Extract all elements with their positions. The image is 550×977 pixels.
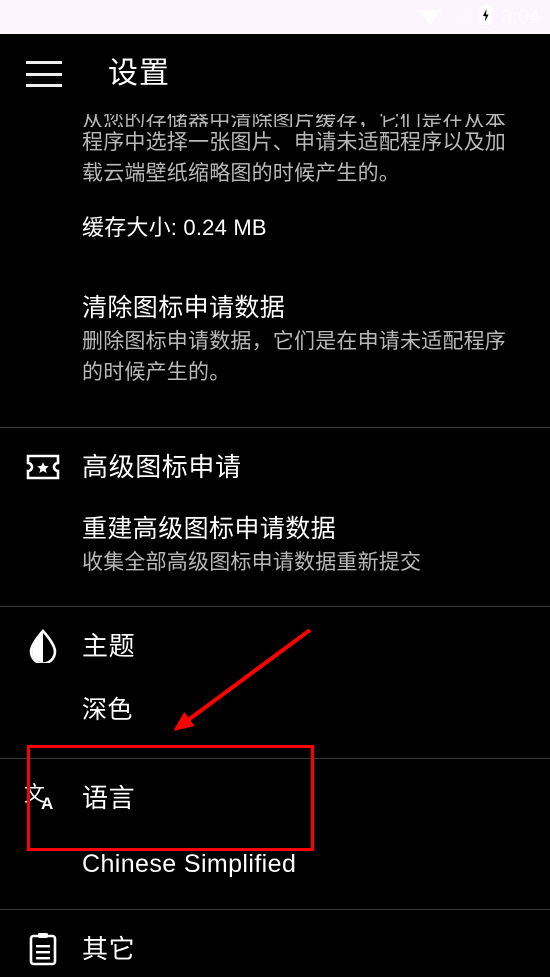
svg-text:A: A bbox=[41, 794, 53, 813]
other-category-label: 其它 bbox=[82, 934, 136, 964]
battery-charging-icon bbox=[479, 3, 493, 31]
premium-request-category-label: 高级图标申请 bbox=[82, 452, 242, 482]
wifi-icon bbox=[417, 5, 443, 30]
clear-icon-request-title: 清除图标申请数据 bbox=[82, 294, 286, 322]
divider bbox=[0, 909, 550, 910]
divider bbox=[0, 427, 550, 428]
hamburger-menu-icon[interactable] bbox=[26, 61, 62, 87]
status-bar-icons: 3:04 bbox=[417, 3, 540, 31]
page-title: 设置 bbox=[108, 57, 170, 90]
theme-category-label: 主题 bbox=[82, 631, 136, 661]
hamburger-line bbox=[26, 72, 62, 76]
premium-request-category: 高级图标申请 bbox=[0, 446, 550, 488]
cache-size-value: 缓存大小: 0.24 MB bbox=[82, 215, 267, 240]
clipboard-icon bbox=[22, 928, 64, 970]
status-bar: 3:04 bbox=[0, 0, 550, 34]
settings-scroll-list[interactable]: 从您的存储器中清除图片缓存，它们是在从本 程序中选择一张图片、申请未适配程序以及… bbox=[0, 114, 550, 977]
clear-icon-request-summary: 删除图标申请数据，它们是在申请未适配程序的时候产生的。 bbox=[82, 330, 506, 384]
hamburger-line bbox=[26, 61, 62, 64]
cache-description: 程序中选择一张图片、申请未适配程序以及加载云端壁纸缩略图的时候产生的。 bbox=[82, 131, 506, 185]
signal-icon bbox=[450, 5, 472, 30]
other-category: 其它 bbox=[0, 928, 550, 970]
phone-screen: 3:04 设置 从您的存储器中清除图片缓存，它们是在从本 程序中选择一张图片、申… bbox=[0, 0, 550, 977]
cache-description-clipped: 从您的存储器中清除图片缓存，它们是在从本 bbox=[82, 114, 506, 127]
other-section[interactable]: 其它 更新日志 bbox=[0, 928, 550, 977]
theme-value: 深色 bbox=[82, 696, 133, 724]
language-category: 文 A 语言 bbox=[0, 777, 550, 819]
cache-section[interactable]: 从您的存储器中清除图片缓存，它们是在从本 程序中选择一张图片、申请未适配程序以及… bbox=[0, 114, 550, 241]
ticket-star-icon bbox=[22, 446, 64, 488]
clear-icon-request-section[interactable]: 清除图标申请数据 删除图标申请数据，它们是在申请未适配程序的时候产生的。 bbox=[0, 293, 550, 388]
rebuild-premium-data-summary: 收集全部高级图标申请数据重新提交 bbox=[82, 551, 422, 574]
translate-icon: 文 A bbox=[22, 777, 64, 819]
contrast-droplet-icon bbox=[22, 625, 64, 667]
divider bbox=[0, 758, 550, 759]
divider bbox=[0, 606, 550, 607]
premium-request-section[interactable]: 高级图标申请 重建高级图标申请数据 收集全部高级图标申请数据重新提交 bbox=[0, 446, 550, 578]
language-value: Chinese Simplified bbox=[82, 850, 297, 878]
language-section[interactable]: 文 A 语言 Chinese Simplified bbox=[0, 777, 550, 879]
theme-category: 主题 bbox=[0, 625, 550, 667]
hamburger-line bbox=[26, 84, 62, 87]
language-category-label: 语言 bbox=[82, 783, 136, 813]
theme-section[interactable]: 主题 深色 bbox=[0, 625, 550, 725]
status-bar-clock: 3:04 bbox=[501, 6, 540, 28]
app-toolbar: 设置 bbox=[0, 34, 550, 114]
rebuild-premium-data-title: 重建高级图标申请数据 bbox=[82, 515, 337, 543]
